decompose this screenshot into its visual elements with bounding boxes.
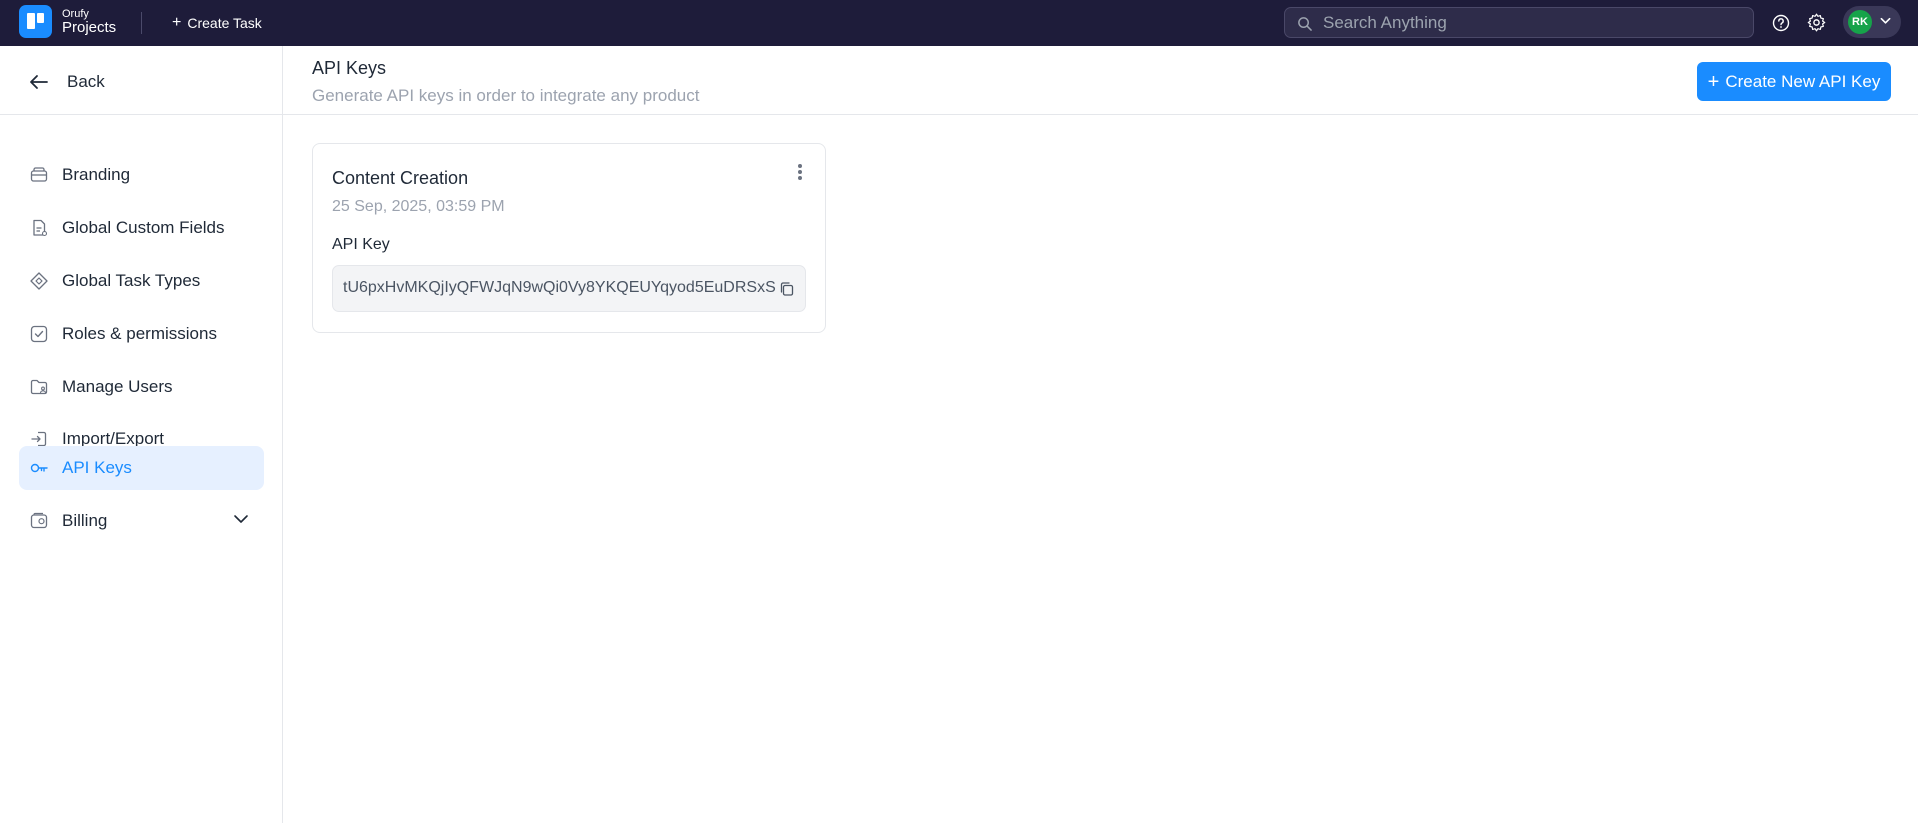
branding-icon	[30, 167, 48, 182]
sidebar-item-branding[interactable]: Branding	[19, 153, 264, 197]
sidebar-item-api-keys[interactable]: API Keys	[19, 446, 264, 490]
avatar: RK	[1848, 10, 1872, 34]
plus-icon: +	[172, 14, 182, 31]
sidebar-item-global-task-types[interactable]: Global Task Types	[19, 259, 264, 303]
settings-sidebar: Back Branding Global Custom Fields Globa…	[0, 46, 283, 823]
create-task-button[interactable]: + Create Task	[172, 12, 262, 34]
back-button[interactable]: Back	[29, 68, 105, 96]
chevron-down-icon	[1880, 17, 1891, 24]
sidebar-item-billing[interactable]: Billing	[19, 499, 264, 543]
api-key-field: tU6pxHvMKQjIyQFWJqN9wQi0Vy8YKQEUYqyod5Eu…	[332, 265, 806, 312]
sidebar-item-label: Manage Users	[62, 377, 173, 396]
back-label: Back	[67, 72, 105, 91]
help-icon[interactable]	[1771, 13, 1791, 33]
sidebar-item-roles-permissions[interactable]: Roles & permissions	[19, 312, 264, 356]
more-options-icon[interactable]	[793, 162, 807, 186]
search-input[interactable]	[1323, 12, 1743, 34]
create-api-key-label: Create New API Key	[1725, 71, 1881, 91]
header-divider	[283, 114, 1918, 115]
document-icon	[33, 219, 48, 237]
plus-icon: +	[1707, 70, 1720, 93]
gear-icon[interactable]	[1806, 12, 1827, 33]
api-key-date: 25 Sep, 2025, 03:59 PM	[332, 198, 505, 215]
sidebar-divider	[0, 114, 283, 115]
brand-product: Projects	[62, 19, 117, 36]
api-key-card: Content Creation 25 Sep, 2025, 03:59 PM …	[312, 143, 826, 333]
sidebar-item-label: Roles & permissions	[62, 324, 217, 343]
chevron-down-icon[interactable]	[233, 514, 249, 524]
search-icon	[1298, 17, 1312, 31]
sidebar-item-label: API Keys	[62, 458, 132, 477]
arrow-left-icon	[30, 75, 48, 89]
sidebar-item-global-custom-fields[interactable]: Global Custom Fields	[19, 206, 264, 250]
api-key-value[interactable]: tU6pxHvMKQjIyQFWJqN9wQi0Vy8YKQEUYqyod5Eu…	[343, 279, 776, 297]
wallet-icon	[30, 512, 48, 529]
top-divider	[141, 12, 142, 34]
sidebar-item-label: Billing	[62, 511, 108, 530]
sidebar-item-label: Global Task Types	[62, 271, 201, 290]
sidebar-item-label: Branding	[62, 165, 131, 184]
top-bar: Orufy Projects + Create Task RK	[0, 0, 1918, 46]
page-title: API Keys	[312, 58, 387, 78]
folder-user-icon	[30, 379, 48, 395]
search-bar[interactable]	[1284, 7, 1754, 38]
checkbox-icon	[30, 325, 48, 343]
create-api-key-button[interactable]: + Create New API Key	[1697, 62, 1891, 101]
user-menu-button[interactable]: RK	[1843, 6, 1901, 38]
copy-icon[interactable]	[779, 281, 795, 297]
page-subtitle: Generate API keys in order to integrate …	[312, 86, 700, 105]
sidebar-item-label: Global Custom Fields	[62, 218, 225, 237]
key-icon	[30, 463, 48, 473]
diamond-icon	[30, 272, 48, 290]
api-key-label: API Key	[332, 236, 390, 253]
create-task-label: Create Task	[187, 15, 262, 31]
sidebar-item-manage-users[interactable]: Manage Users	[19, 365, 264, 409]
api-key-name: Content Creation	[332, 168, 469, 188]
app-logo-icon[interactable]	[19, 5, 52, 38]
